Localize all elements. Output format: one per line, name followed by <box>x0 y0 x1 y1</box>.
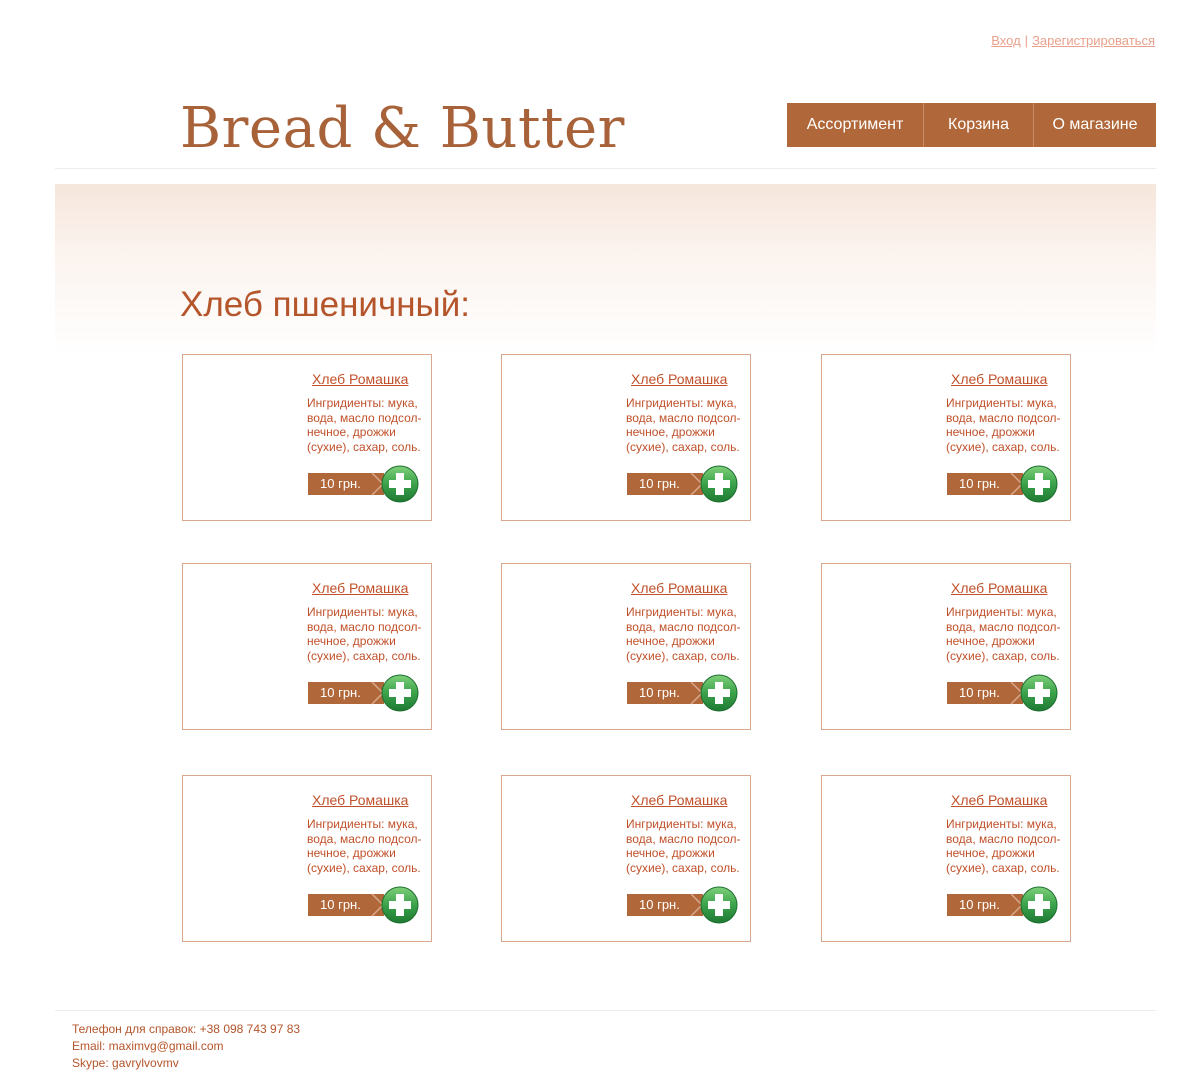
site-logo[interactable]: Bread & Butter <box>180 96 625 161</box>
add-to-cart-button[interactable] <box>381 674 419 712</box>
product-ingredients: Ингридиенты: мука, вода, масло подсол-неч… <box>626 817 746 875</box>
footer-skype: Skype: gavrylvovmv <box>72 1056 179 1070</box>
product-card: Хлеб Ромашка Ингридиенты: мука, вода, масл… <box>821 563 1071 730</box>
product-card: Хлеб Ромашка Ингридиенты: мука, вода, масл… <box>182 354 432 521</box>
product-name-link[interactable]: Хлеб Ромашка <box>951 371 1047 387</box>
ingredients-line: вода, масло подсол- <box>946 619 1061 634</box>
product-ingredients: Ингридиенты: мука, вода, масло подсол-неч… <box>946 605 1066 663</box>
ingredients-line: Ингридиенты: мука, <box>626 817 737 831</box>
ingredients-line: Ингридиенты: мука, <box>307 817 418 831</box>
product-name-link[interactable]: Хлеб Ромашка <box>312 371 408 387</box>
add-to-cart-button[interactable] <box>700 674 738 712</box>
product-card: Хлеб Ромашка Ингридиенты: мука, вода, масл… <box>501 354 751 521</box>
ingredients-line: нечное, дрожжи <box>307 634 396 648</box>
login-link[interactable]: Вход <box>991 33 1020 48</box>
ingredients-line: (сухие), сахар, соль. <box>946 439 1060 454</box>
product-ingredients: Ингридиенты: мука, вода, масло подсол-неч… <box>307 396 427 454</box>
product-card: Хлеб Ромашка Ингридиенты: мука, вода, масл… <box>821 775 1071 942</box>
product-ingredients: Ингридиенты: мука, вода, масло подсол-неч… <box>626 396 746 454</box>
add-to-cart-button[interactable] <box>700 465 738 503</box>
product-name-link[interactable]: Хлеб Ромашка <box>631 792 727 808</box>
add-to-cart-button[interactable] <box>1020 674 1058 712</box>
product-name-link[interactable]: Хлеб Ромашка <box>631 580 727 596</box>
ingredients-line: (сухие), сахар, соль. <box>946 860 1060 875</box>
add-to-cart-button[interactable] <box>700 886 738 924</box>
product-card: Хлеб Ромашка Ингридиенты: мука, вода, масл… <box>501 775 751 942</box>
ingredients-line: Ингридиенты: мука, <box>946 396 1057 410</box>
ingredients-line: Ингридиенты: мука, <box>626 396 737 410</box>
product-name-link[interactable]: Хлеб Ромашка <box>631 371 727 387</box>
product-ingredients: Ингридиенты: мука, вода, масло подсол-неч… <box>946 396 1066 454</box>
ingredients-line: вода, масло подсол- <box>307 619 422 634</box>
product-name-link[interactable]: Хлеб Ромашка <box>951 580 1047 596</box>
ingredients-line: (сухие), сахар, соль. <box>307 648 421 663</box>
add-to-cart-button[interactable] <box>381 465 419 503</box>
ingredients-line: Ингридиенты: мука, <box>626 605 737 619</box>
register-link[interactable]: Зарегистрироваться <box>1032 33 1155 48</box>
product-card: Хлеб Ромашка Ингридиенты: мука, вода, масл… <box>182 563 432 730</box>
ingredients-line: нечное, дрожжи <box>626 425 715 439</box>
section-title: Хлеб пшеничный: <box>180 285 470 324</box>
ingredients-line: (сухие), сахар, соль. <box>946 648 1060 663</box>
ingredients-line: нечное, дрожжи <box>946 846 1035 860</box>
ingredients-line: нечное, дрожжи <box>946 634 1035 648</box>
footer-email[interactable]: Email: maximvg@gmail.com <box>72 1038 300 1055</box>
ingredients-line: нечное, дрожжи <box>307 425 396 439</box>
ingredients-line: (сухие), сахар, соль. <box>626 439 740 454</box>
ingredients-line: (сухие), сахар, соль. <box>626 648 740 663</box>
header-gradient-band <box>55 184 1156 354</box>
ingredients-line: (сухие), сахар, соль. <box>307 439 421 454</box>
ingredients-line: вода, масло подсол- <box>946 831 1061 846</box>
ingredients-line: нечное, дрожжи <box>307 846 396 860</box>
footer-phone: Телефон для справок: +38 098 743 97 83 <box>72 1022 301 1036</box>
ingredients-line: (сухие), сахар, соль. <box>307 860 421 875</box>
add-to-cart-button[interactable] <box>381 886 419 924</box>
ingredients-line: Ингридиенты: мука, <box>307 605 418 619</box>
add-to-cart-button[interactable] <box>1020 465 1058 503</box>
ingredients-line: нечное, дрожжи <box>626 846 715 860</box>
ingredients-line: Ингридиенты: мука, <box>946 605 1057 619</box>
auth-links: Вход | Зарегистрироваться <box>991 33 1155 48</box>
auth-separator: | <box>1024 33 1029 48</box>
product-card: Хлеб Ромашка Ингридиенты: мука, вода, масл… <box>821 354 1071 521</box>
header-divider <box>55 168 1156 169</box>
product-card: Хлеб Ромашка Ингридиенты: мука, вода, масл… <box>182 775 432 942</box>
nav-item-assortment[interactable]: Ассортимент <box>787 103 923 147</box>
product-name-link[interactable]: Хлеб Ромашка <box>951 792 1047 808</box>
ingredients-line: вода, масло подсол- <box>307 410 422 425</box>
ingredients-line: вода, масло подсол- <box>626 619 741 634</box>
ingredients-line: вода, масло подсол- <box>626 831 741 846</box>
footer-divider <box>55 1010 1156 1011</box>
product-ingredients: Ингридиенты: мука, вода, масло подсол-неч… <box>946 817 1066 875</box>
ingredients-line: Ингридиенты: мука, <box>946 817 1057 831</box>
product-name-link[interactable]: Хлеб Ромашка <box>312 580 408 596</box>
ingredients-line: нечное, дрожжи <box>946 425 1035 439</box>
ingredients-line: нечное, дрожжи <box>626 634 715 648</box>
product-name-link[interactable]: Хлеб Ромашка <box>312 792 408 808</box>
product-ingredients: Ингридиенты: мука, вода, масло подсол-неч… <box>626 605 746 663</box>
nav-item-cart[interactable]: Корзина <box>923 103 1033 147</box>
add-to-cart-button[interactable] <box>1020 886 1058 924</box>
ingredients-line: (сухие), сахар, соль. <box>626 860 740 875</box>
product-card: Хлеб Ромашка Ингридиенты: мука, вода, масл… <box>501 563 751 730</box>
ingredients-line: вода, масло подсол- <box>307 831 422 846</box>
ingredients-line: вода, масло подсол- <box>626 410 741 425</box>
product-ingredients: Ингридиенты: мука, вода, масло подсол-неч… <box>307 817 427 875</box>
ingredients-line: Ингридиенты: мука, <box>307 396 418 410</box>
nav-item-about[interactable]: О магазине <box>1033 103 1156 147</box>
footer: Телефон для справок: +38 098 743 97 83 E… <box>72 1021 300 1072</box>
ingredients-line: вода, масло подсол- <box>946 410 1061 425</box>
product-ingredients: Ингридиенты: мука, вода, масло подсол-неч… <box>307 605 427 663</box>
main-nav: Ассортимент Корзина О магазине <box>787 103 1156 147</box>
